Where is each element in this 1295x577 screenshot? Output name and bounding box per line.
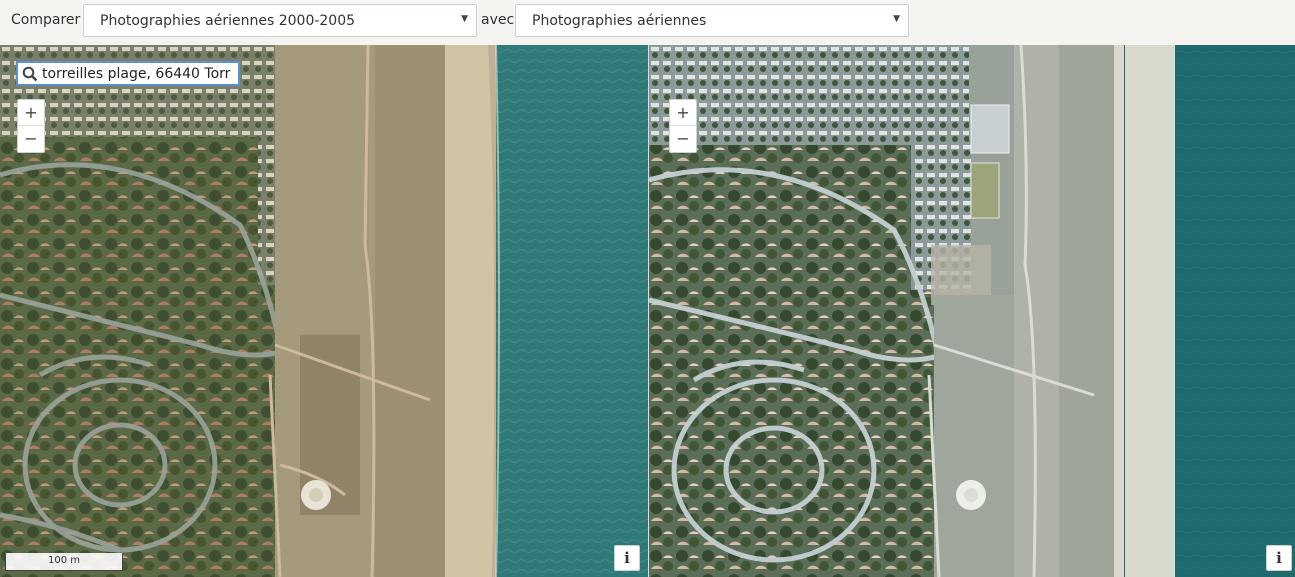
compare-toolbar: Comparer Photographies aériennes 2000-20… bbox=[0, 0, 1295, 45]
right-layer-value: Photographies aériennes bbox=[532, 13, 707, 29]
zoom-in-button[interactable]: + bbox=[670, 100, 696, 126]
zoom-in-button[interactable]: + bbox=[18, 100, 44, 126]
chevron-down-icon: ▼ bbox=[461, 14, 468, 24]
zoom-out-button[interactable]: − bbox=[670, 126, 696, 152]
left-layer-value: Photographies aériennes 2000-2005 bbox=[100, 13, 356, 29]
right-layer-select[interactable]: Photographies aériennes ▼ bbox=[515, 4, 909, 37]
with-label: avec bbox=[481, 12, 515, 28]
info-button-left[interactable]: i bbox=[614, 545, 640, 571]
search-icon bbox=[22, 66, 38, 82]
aerial-photo-current bbox=[649, 45, 1295, 577]
scale-label: 100 m bbox=[47, 555, 80, 566]
chevron-down-icon: ▼ bbox=[893, 14, 900, 24]
search-box[interactable] bbox=[16, 61, 240, 86]
right-map[interactable]: + − i bbox=[649, 45, 1295, 577]
search-input[interactable] bbox=[42, 64, 236, 84]
compare-label: Comparer bbox=[11, 12, 81, 28]
zoom-control-right: + − bbox=[669, 99, 697, 153]
left-layer-select[interactable]: Photographies aériennes 2000-2005 ▼ bbox=[83, 4, 477, 37]
info-button-right[interactable]: i bbox=[1266, 545, 1292, 571]
scale-bar: 100 m bbox=[5, 553, 123, 571]
left-map[interactable]: + − 100 m i bbox=[0, 45, 648, 577]
aerial-photo-2000-2005 bbox=[0, 45, 648, 577]
zoom-control-left: + − bbox=[17, 99, 45, 153]
zoom-out-button[interactable]: − bbox=[18, 126, 44, 152]
